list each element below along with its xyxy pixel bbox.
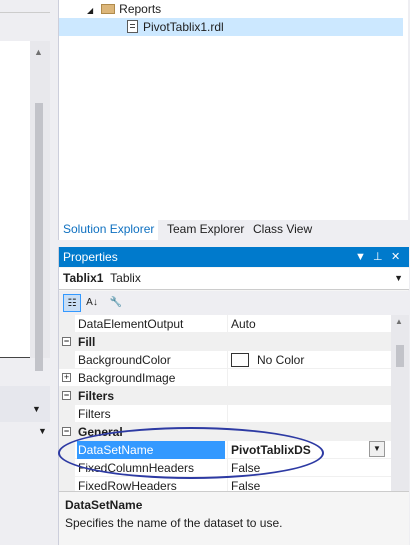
chevron-down-icon[interactable]: ▼ [369, 441, 385, 457]
property-value[interactable]: Auto [227, 315, 391, 333]
tree-item-label: Reports [119, 2, 162, 16]
properties-title-bar: Properties ▼ ⊥ ✕ [59, 247, 409, 267]
panel-title: Properties [63, 250, 118, 264]
row-gutter [59, 315, 75, 333]
description-title: DataSetName [65, 498, 143, 512]
property-value[interactable]: No Color [227, 351, 391, 369]
tab-solution-explorer[interactable]: Solution Explorer [59, 220, 159, 240]
chevron-down-icon[interactable]: ▼ [32, 404, 41, 414]
property-name: BackgroundImage [78, 371, 176, 385]
splitter[interactable] [50, 0, 57, 545]
category-row[interactable]: − General [59, 423, 391, 441]
row-gutter [59, 459, 75, 477]
solution-explorer: ◢ Reports PivotTablix1.rdl [58, 0, 408, 240]
property-grid: DataElementOutput Auto − Fill Background… [59, 315, 391, 491]
category-row[interactable]: − Filters [59, 387, 391, 405]
category-row[interactable]: − Fill [59, 333, 391, 351]
property-value[interactable] [227, 369, 391, 387]
folder-icon [101, 3, 116, 14]
dropdown-icon[interactable]: ▼ [355, 247, 366, 267]
expand-icon[interactable]: + [62, 373, 71, 382]
alphabetical-sort-icon[interactable]: A↓ [83, 294, 101, 312]
tab-team-explorer[interactable]: Team Explorer [163, 220, 248, 240]
categorized-icon[interactable]: ☷ [63, 294, 81, 312]
category-name: Fill [78, 335, 96, 349]
explorer-tabs: Solution Explorer Team Explorer Class Vi… [58, 220, 408, 240]
object-name: Tablix1 [63, 271, 104, 285]
editor-scrollbar[interactable]: ▲ [30, 41, 50, 371]
property-row[interactable]: DataElementOutput Auto [59, 315, 391, 333]
color-swatch [231, 352, 249, 367]
collapse-icon[interactable]: − [62, 427, 71, 436]
dataset-value: PivotTablixDS [231, 443, 311, 457]
pin-icon[interactable]: ⊥ [373, 247, 383, 267]
row-gutter [59, 405, 75, 423]
tree-item-pivottablix-rdl[interactable]: PivotTablix1.rdl [59, 18, 403, 36]
properties-panel: Properties ▼ ⊥ ✕ Tablix1 Tablix ▼ ☷ A↓ 🔧… [58, 247, 409, 545]
property-value[interactable] [227, 405, 391, 423]
tab-class-view[interactable]: Class View [249, 220, 316, 240]
collapse-icon[interactable]: − [62, 337, 71, 346]
description-pane: DataSetName Specifies the name of the da… [59, 491, 409, 545]
property-name: DataSetName [77, 441, 225, 459]
row-gutter [59, 351, 75, 369]
row-gutter [59, 477, 75, 491]
property-row[interactable]: BackgroundColor No Color [59, 351, 391, 369]
lower-panel: ▼ ▼ [0, 378, 50, 545]
color-value: No Color [257, 353, 305, 367]
report-file-icon [127, 20, 138, 34]
property-name: Filters [78, 407, 111, 421]
property-name: FixedColumnHeaders [78, 461, 195, 475]
chevron-down-icon[interactable]: ▼ [38, 426, 47, 436]
editor-area: ▲ ▼ ▼ [0, 0, 57, 545]
collapse-icon[interactable]: − [62, 391, 71, 400]
chevron-down-icon[interactable]: ▼ [394, 268, 403, 289]
property-row[interactable]: FixedColumnHeaders False [59, 459, 391, 477]
property-name: DataElementOutput [78, 317, 184, 331]
tree-item-reports[interactable]: ◢ Reports [87, 0, 161, 18]
property-name: BackgroundColor [78, 353, 171, 367]
property-value[interactable]: PivotTablixDS [227, 441, 391, 459]
property-pages-icon[interactable]: 🔧 [107, 294, 125, 312]
property-grid-scrollbar[interactable]: ▲ [391, 315, 409, 491]
scroll-up-icon[interactable]: ▲ [395, 317, 403, 326]
tree-item-label: PivotTablix1.rdl [143, 20, 224, 34]
row-gutter [59, 441, 75, 459]
object-selector[interactable]: Tablix1 Tablix ▼ [59, 268, 409, 290]
category-name: Filters [78, 389, 115, 403]
scroll-thumb[interactable] [396, 345, 404, 367]
category-name: General [78, 425, 123, 439]
property-row-selected[interactable]: DataSetName PivotTablixDS ▼ [59, 441, 391, 459]
editor-document[interactable] [0, 41, 30, 358]
property-row[interactable]: + BackgroundImage [59, 369, 391, 387]
scroll-up-icon[interactable]: ▲ [34, 47, 43, 57]
property-name: FixedRowHeaders [78, 479, 177, 491]
property-row[interactable]: Filters [59, 405, 391, 423]
description-text: Specifies the name of the dataset to use… [65, 516, 283, 530]
property-row[interactable]: FixedRowHeaders False [59, 477, 391, 491]
property-value[interactable]: False [227, 459, 391, 477]
editor-divider [0, 12, 50, 13]
editor-scroll-thumb[interactable] [35, 103, 43, 371]
object-type: Tablix [110, 271, 141, 285]
properties-toolbar: ☷ A↓ 🔧 [59, 291, 409, 315]
lower-panel-band: ▼ [0, 386, 50, 422]
close-icon[interactable]: ✕ [391, 247, 400, 267]
property-value[interactable]: False [227, 477, 391, 491]
